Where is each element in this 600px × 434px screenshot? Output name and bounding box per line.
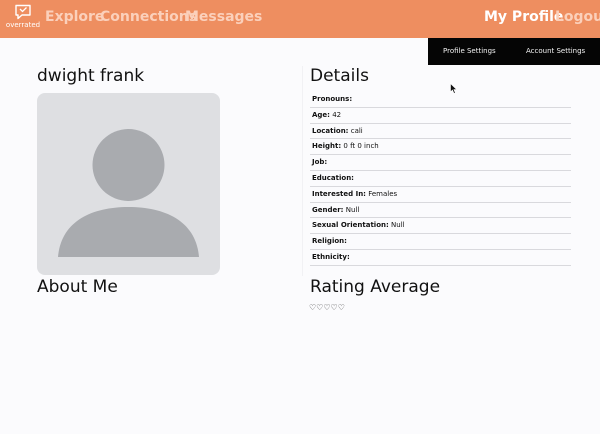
top-navbar: overrated Explore Connections Messages M… (0, 0, 600, 38)
chat-bubble-icon (15, 4, 31, 20)
detail-row-education: Education: (310, 171, 571, 187)
detail-label: Age: (312, 110, 330, 119)
details-heading: Details (310, 66, 369, 86)
detail-row-height: Height: 0 ft 0 inch (310, 139, 571, 156)
column-divider (302, 66, 303, 276)
details-table: Pronouns: Age: 42 Location: cali Height:… (310, 92, 571, 266)
user-silhouette-icon (58, 129, 199, 257)
detail-row-gender: Gender: Null (310, 203, 571, 219)
detail-row-location: Location: cali (310, 124, 571, 140)
detail-label: Sexual Orientation: (312, 221, 389, 230)
detail-value: Null (391, 221, 405, 230)
detail-value: 0 ft 0 inch (343, 142, 379, 151)
detail-label: Gender: (312, 205, 344, 214)
detail-value: cali (350, 126, 363, 135)
detail-row-ethnicity: Ethnicity: (310, 250, 571, 266)
detail-label: Job: (312, 158, 328, 167)
detail-row-interested-in: Interested In: Females (310, 187, 571, 203)
nav-my-profile[interactable]: My Profile (484, 9, 563, 25)
account-settings-link[interactable]: Account Settings (526, 47, 585, 55)
nav-explore[interactable]: Explore (45, 9, 104, 25)
detail-row-pronouns: Pronouns: (310, 92, 571, 108)
detail-label: Religion: (312, 237, 347, 246)
about-me-heading: About Me (37, 277, 118, 297)
nav-connections[interactable]: Connections (100, 9, 197, 25)
settings-dropdown: Profile Settings Account Settings (428, 38, 600, 65)
detail-row-sexual-orientation: Sexual Orientation: Null (310, 218, 571, 235)
detail-label: Location: (312, 126, 349, 135)
overrated-logo[interactable]: overrated (4, 4, 42, 34)
avatar (37, 93, 220, 275)
detail-label: Education: (312, 173, 354, 182)
detail-value: 42 (332, 110, 342, 119)
detail-label: Interested In: (312, 189, 366, 198)
detail-label: Ethnicity: (312, 252, 350, 261)
detail-label: Height: (312, 142, 342, 151)
profile-settings-link[interactable]: Profile Settings (443, 47, 496, 55)
nav-logout[interactable]: Logout (555, 9, 600, 25)
nav-messages[interactable]: Messages (185, 9, 262, 25)
detail-value: Null (345, 205, 360, 214)
profile-name: dwight frank (37, 66, 145, 86)
rating-hearts-icon: ♡♡♡♡♡ (309, 303, 345, 312)
logo-text: overrated (5, 21, 41, 29)
detail-row-religion: Religion: (310, 234, 571, 250)
detail-row-job: Job: (310, 155, 571, 171)
detail-value: Females (368, 189, 398, 198)
detail-label: Pronouns: (312, 95, 353, 103)
detail-row-age: Age: 42 (310, 108, 571, 124)
rating-average-heading: Rating Average (310, 277, 441, 297)
